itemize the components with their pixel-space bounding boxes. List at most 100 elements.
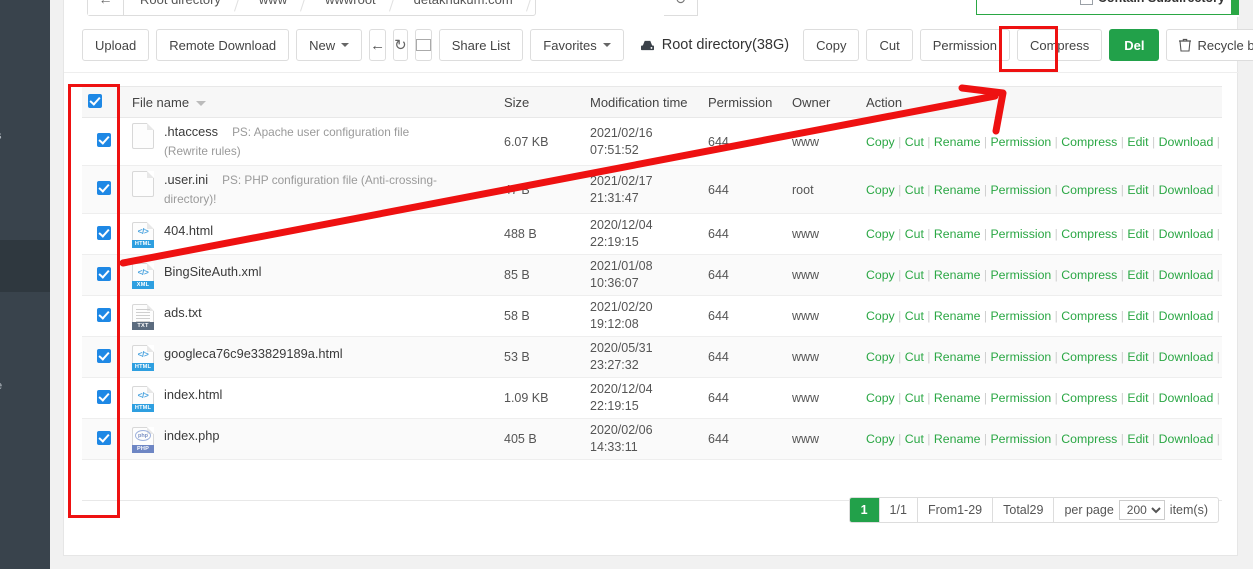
action-rename[interactable]: Rename — [934, 268, 980, 282]
file-table-scroll[interactable]: File name Size Modification time Permiss… — [82, 86, 1222, 501]
action-cut[interactable]: Cut — [905, 309, 924, 323]
sidebar-item-3[interactable]: e — [0, 360, 50, 412]
action-copy[interactable]: Copy — [866, 432, 895, 446]
file-permission[interactable]: 644 — [702, 418, 786, 460]
row-checkbox[interactable] — [97, 225, 111, 240]
file-permission[interactable]: 644 — [702, 213, 786, 255]
table-row[interactable]: .htaccess PS: Apache user configuration f… — [82, 117, 1222, 166]
breadcrumb-item-wwwroot[interactable]: wwwroot — [309, 0, 398, 15]
action-permission[interactable]: Permission — [990, 309, 1051, 323]
action-cut[interactable]: Cut — [905, 350, 924, 364]
file-name[interactable]: .user.ini PS: PHP configuration file (Ant… — [164, 170, 437, 190]
file-permission[interactable]: 644 — [702, 336, 786, 378]
action-edit[interactable]: Edit — [1127, 432, 1148, 446]
row-select-cell[interactable] — [82, 117, 126, 166]
contain-subdirectory-toggle[interactable]: Contain Subdirectory — [1079, 0, 1225, 5]
action-cut[interactable]: Cut — [905, 432, 924, 446]
row-checkbox[interactable] — [97, 430, 111, 445]
action-copy[interactable]: Copy — [866, 135, 895, 149]
action-permission[interactable]: Permission — [990, 432, 1051, 446]
action-edit[interactable]: Edit — [1127, 135, 1148, 149]
back-button[interactable]: ← — [369, 29, 387, 61]
row-checkbox[interactable] — [97, 266, 111, 281]
select-all-checkbox[interactable] — [88, 93, 102, 108]
column-size[interactable]: Size — [498, 86, 584, 118]
breadcrumb-refresh-icon[interactable]: ↻ — [664, 0, 698, 16]
action-download[interactable]: Download — [1159, 268, 1214, 282]
action-compress[interactable]: Compress — [1061, 135, 1117, 149]
file-name[interactable]: index.html — [164, 385, 222, 404]
file-name[interactable]: BingSiteAuth.xml — [164, 262, 261, 281]
action-cut[interactable]: Cut — [905, 227, 924, 241]
row-checkbox[interactable] — [97, 389, 111, 404]
refresh-button[interactable]: ↻ — [393, 29, 408, 61]
action-copy[interactable]: Copy — [866, 309, 895, 323]
file-permission[interactable]: 644 — [702, 377, 786, 419]
action-rename[interactable]: Rename — [934, 350, 980, 364]
search-input[interactable]: Contain Subdirectory — [976, 0, 1232, 15]
row-checkbox[interactable] — [97, 307, 111, 322]
action-permission[interactable]: Permission — [990, 350, 1051, 364]
recycle-bin-button[interactable]: Recycle bin — [1166, 29, 1253, 61]
action-rename[interactable]: Rename — [934, 227, 980, 241]
action-compress[interactable]: Compress — [1061, 432, 1117, 446]
action-permission[interactable]: Permission — [990, 183, 1051, 197]
action-copy[interactable]: Copy — [866, 183, 895, 197]
table-row[interactable]: .user.ini PS: PHP configuration file (Ant… — [82, 165, 1222, 214]
action-permission[interactable]: Permission — [990, 391, 1051, 405]
action-copy[interactable]: Copy — [866, 350, 895, 364]
column-modification-time[interactable]: Modification time — [584, 86, 702, 118]
del-button[interactable]: Del — [1109, 29, 1160, 61]
action-download[interactable]: Download — [1159, 135, 1214, 149]
action-cut[interactable]: Cut — [905, 183, 924, 197]
file-permission[interactable]: 644 — [702, 165, 786, 214]
favorites-button[interactable]: Favorites — [530, 29, 624, 61]
action-compress[interactable]: Compress — [1061, 268, 1117, 282]
file-permission[interactable]: 644 — [702, 117, 786, 166]
action-permission[interactable]: Permission — [990, 227, 1051, 241]
table-row[interactable]: </> HTML googleca76c9e33829189a.html 53 B 20… — [82, 336, 1222, 378]
action-cut[interactable]: Cut — [905, 268, 924, 282]
action-rename[interactable]: Rename — [934, 135, 980, 149]
action-compress[interactable]: Compress — [1061, 183, 1117, 197]
row-select-cell[interactable] — [82, 295, 126, 337]
copy-button[interactable]: Copy — [803, 29, 860, 61]
file-name[interactable]: ads.txt — [164, 303, 202, 322]
breadcrumb-item-site[interactable]: detakhukum.com — [398, 0, 535, 15]
action-compress[interactable]: Compress — [1061, 227, 1117, 241]
upload-button[interactable]: Upload — [82, 29, 150, 61]
column-owner[interactable]: Owner — [786, 86, 860, 118]
action-compress[interactable]: Compress — [1061, 309, 1117, 323]
terminal-button[interactable] — [414, 29, 432, 61]
breadcrumb-item-root[interactable]: Root directory — [124, 0, 243, 15]
file-name[interactable]: .htaccess PS: Apache user configuration f… — [164, 122, 409, 142]
contain-subdirectory-checkbox[interactable] — [1079, 0, 1093, 5]
action-edit[interactable]: Edit — [1127, 309, 1148, 323]
action-edit[interactable]: Edit — [1127, 350, 1148, 364]
action-permission[interactable]: Permission — [990, 268, 1051, 282]
action-edit[interactable]: Edit — [1127, 183, 1148, 197]
action-permission[interactable]: Permission — [990, 135, 1051, 149]
table-row[interactable]: </> XML BingSiteAuth.xml 85 B 2021/01/08 10:3… — [82, 254, 1222, 296]
file-name[interactable]: index.php — [164, 426, 220, 445]
row-select-cell[interactable] — [82, 336, 126, 378]
action-download[interactable]: Download — [1159, 432, 1214, 446]
action-cut[interactable]: Cut — [905, 135, 924, 149]
action-rename[interactable]: Rename — [934, 309, 980, 323]
sidebar-item-0[interactable] — [0, 0, 50, 52]
action-download[interactable]: Download — [1159, 391, 1214, 405]
table-row[interactable]: </> HTML index.html 1.09 KB 2020/12/04 22:19:… — [82, 377, 1222, 419]
breadcrumb-item-www[interactable]: www — [243, 0, 309, 15]
new-button[interactable]: New — [296, 29, 363, 61]
row-select-cell[interactable] — [82, 254, 126, 296]
action-download[interactable]: Download — [1159, 227, 1214, 241]
action-edit[interactable]: Edit — [1127, 391, 1148, 405]
compress-button[interactable]: Compress — [1016, 29, 1103, 61]
action-copy[interactable]: Copy — [866, 268, 895, 282]
action-copy[interactable]: Copy — [866, 391, 895, 405]
breadcrumb-back-icon[interactable]: ← — [88, 0, 124, 15]
row-checkbox[interactable] — [97, 348, 111, 363]
action-rename[interactable]: Rename — [934, 391, 980, 405]
permission-button[interactable]: Permission — [919, 29, 1010, 61]
row-select-cell[interactable] — [82, 213, 126, 255]
